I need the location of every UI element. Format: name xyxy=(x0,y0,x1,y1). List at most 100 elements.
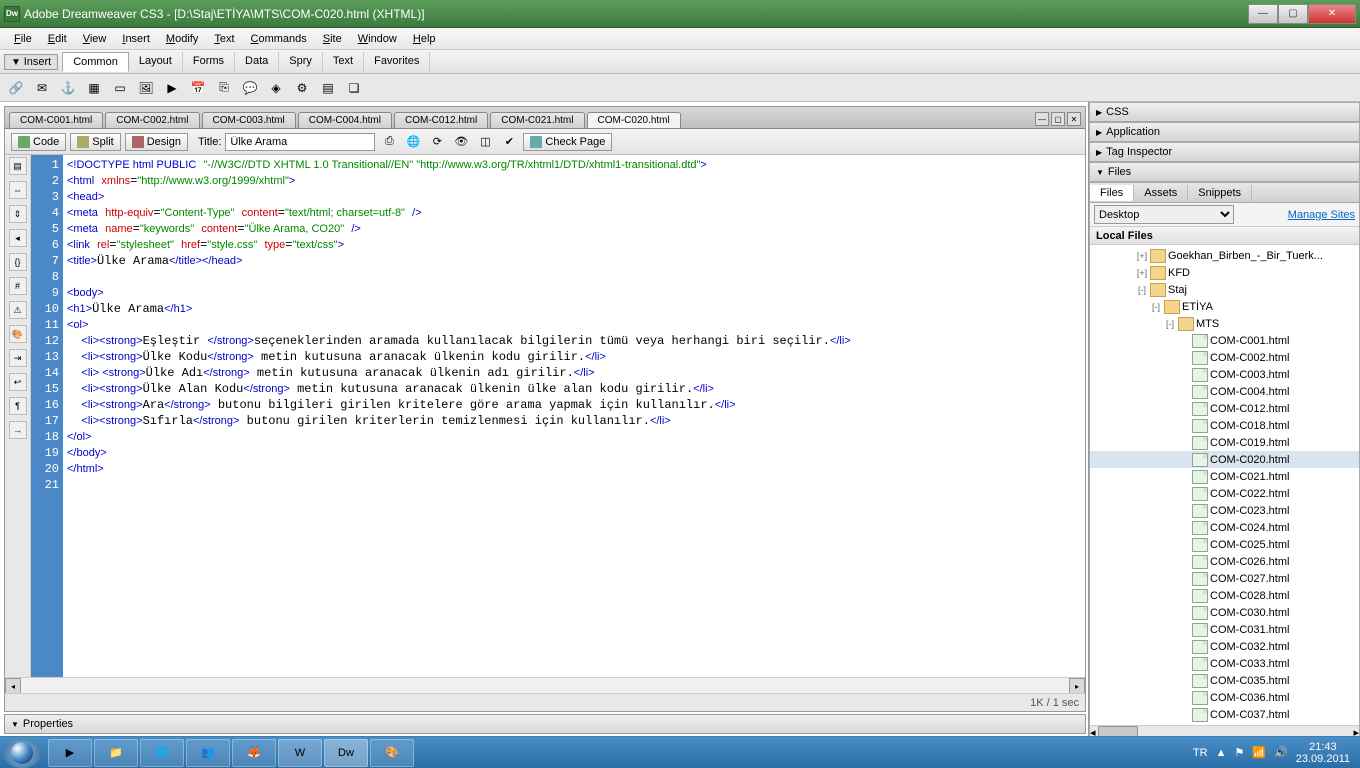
refresh-icon[interactable]: ⟳ xyxy=(427,132,447,152)
panel-tag-inspector[interactable]: ▶Tag Inspector xyxy=(1089,142,1360,162)
menu-edit[interactable]: Edit xyxy=(40,31,75,47)
tray-flag-icon[interactable]: ▲ xyxy=(1216,747,1227,759)
tree-folder[interactable]: [+]Goekhan_Birben_-_Bir_Tuerk... xyxy=(1090,247,1359,264)
panel-css[interactable]: ▶CSS xyxy=(1089,102,1360,122)
tree-file[interactable]: COM-C018.html xyxy=(1090,417,1359,434)
code-view-button[interactable]: Code xyxy=(11,133,66,151)
div-icon[interactable]: ▭ xyxy=(110,78,130,98)
tray-action-center-icon[interactable]: ⚑ xyxy=(1234,746,1244,759)
anchor-icon[interactable]: ⚓ xyxy=(58,78,78,98)
expand-icon[interactable]: ⇕ xyxy=(9,205,27,223)
parent-tag-icon[interactable]: ◂ xyxy=(9,229,27,247)
tray-lang[interactable]: TR xyxy=(1193,747,1208,759)
menu-window[interactable]: Window xyxy=(350,31,405,47)
image-icon[interactable]: 🖼 xyxy=(136,78,156,98)
site-selector[interactable]: Desktop xyxy=(1094,205,1234,224)
maximize-button[interactable]: ▢ xyxy=(1278,4,1308,24)
highlight-invalid-icon[interactable]: ⚠ xyxy=(9,301,27,319)
word-wrap-icon[interactable]: ↩ xyxy=(9,373,27,391)
insert-tab-common[interactable]: Common xyxy=(62,52,129,72)
task-messenger[interactable]: 👥 xyxy=(186,739,230,767)
doc-tab[interactable]: COM-C001.html xyxy=(9,112,103,128)
design-view-button[interactable]: Design xyxy=(125,133,188,151)
tree-file[interactable]: COM-C033.html xyxy=(1090,655,1359,672)
media-icon[interactable]: ▶ xyxy=(162,78,182,98)
title-input[interactable] xyxy=(225,133,375,151)
tree-file[interactable]: COM-C004.html xyxy=(1090,383,1359,400)
task-dreamweaver[interactable]: Dw xyxy=(324,739,368,767)
tray-network-icon[interactable]: 📶 xyxy=(1252,746,1266,759)
tree-file[interactable]: COM-C020.html xyxy=(1090,451,1359,468)
tree-file[interactable]: COM-C021.html xyxy=(1090,468,1359,485)
validate-icon[interactable]: ✔ xyxy=(499,132,519,152)
syntax-coloring-icon[interactable]: 🎨 xyxy=(9,325,27,343)
file-management-icon[interactable]: ⎙ xyxy=(379,132,399,152)
doc-restore-button[interactable]: ▢ xyxy=(1051,112,1065,126)
files-tab-assets[interactable]: Assets xyxy=(1134,185,1188,201)
collapse-icon[interactable]: ⇔ xyxy=(9,181,27,199)
tree-file[interactable]: COM-C024.html xyxy=(1090,519,1359,536)
templates-icon[interactable]: ▤ xyxy=(318,78,338,98)
doc-tab[interactable]: COM-C003.html xyxy=(202,112,296,128)
tag-chooser-icon[interactable]: ❏ xyxy=(344,78,364,98)
panel-application[interactable]: ▶Application xyxy=(1089,122,1360,142)
tree-file[interactable]: COM-C035.html xyxy=(1090,672,1359,689)
comment-icon[interactable]: 💬 xyxy=(240,78,260,98)
tray-volume-icon[interactable]: 🔊 xyxy=(1274,746,1288,759)
task-ie[interactable]: 🌐 xyxy=(140,739,184,767)
tree-file[interactable]: COM-C022.html xyxy=(1090,485,1359,502)
head-icon[interactable]: ◈ xyxy=(266,78,286,98)
tree-file[interactable]: COM-C028.html xyxy=(1090,587,1359,604)
task-media-player[interactable]: ▶ xyxy=(48,739,92,767)
insert-tab-data[interactable]: Data xyxy=(235,52,279,72)
tree-folder[interactable]: [+]KFD xyxy=(1090,264,1359,281)
hidden-chars-icon[interactable]: ¶ xyxy=(9,397,27,415)
start-button[interactable] xyxy=(2,738,42,768)
task-explorer[interactable]: 📁 xyxy=(94,739,138,767)
task-paint[interactable]: 🎨 xyxy=(370,739,414,767)
insert-tab-favorites[interactable]: Favorites xyxy=(364,52,430,72)
code-editor[interactable]: <!DOCTYPE html PUBLIC "-//W3C//DTD XHTML… xyxy=(63,155,1085,677)
tree-folder[interactable]: [-]ETİYA xyxy=(1090,298,1359,315)
split-view-button[interactable]: Split xyxy=(70,133,120,151)
visual-aids-icon[interactable]: ◫ xyxy=(475,132,495,152)
manage-sites-link[interactable]: Manage Sites xyxy=(1288,209,1355,221)
tree-file[interactable]: COM-C023.html xyxy=(1090,502,1359,519)
horizontal-scrollbar[interactable]: ◂ ▸ xyxy=(5,677,1085,693)
server-include-icon[interactable]: ⎘ xyxy=(214,78,234,98)
tree-file[interactable]: COM-C027.html xyxy=(1090,570,1359,587)
insert-tab-forms[interactable]: Forms xyxy=(183,52,235,72)
menu-view[interactable]: View xyxy=(75,31,115,47)
scroll-right-icon[interactable]: ▸ xyxy=(1069,678,1085,694)
date-icon[interactable]: 📅 xyxy=(188,78,208,98)
minimize-button[interactable]: — xyxy=(1248,4,1278,24)
table-icon[interactable]: ▦ xyxy=(84,78,104,98)
menu-commands[interactable]: Commands xyxy=(243,31,315,47)
view-options-icon[interactable]: 👁 xyxy=(451,132,471,152)
scroll-left-icon[interactable]: ◂ xyxy=(5,678,21,694)
doc-tab[interactable]: COM-C012.html xyxy=(394,112,488,128)
menu-help[interactable]: Help xyxy=(405,31,444,47)
doc-tab[interactable]: COM-C021.html xyxy=(490,112,584,128)
properties-panel[interactable]: ▼ Properties xyxy=(4,714,1086,734)
doc-close-button[interactable]: ✕ xyxy=(1067,112,1081,126)
open-documents-icon[interactable]: ▤ xyxy=(9,157,27,175)
tree-file[interactable]: COM-C036.html xyxy=(1090,689,1359,706)
menu-site[interactable]: Site xyxy=(315,31,350,47)
tree-file[interactable]: COM-C032.html xyxy=(1090,638,1359,655)
line-numbers-icon[interactable]: # xyxy=(9,277,27,295)
script-icon[interactable]: ⚙ xyxy=(292,78,312,98)
menu-text[interactable]: Text xyxy=(206,31,242,47)
email-link-icon[interactable]: ✉ xyxy=(32,78,52,98)
task-firefox[interactable]: 🦊 xyxy=(232,739,276,767)
tree-folder[interactable]: [-]MTS xyxy=(1090,315,1359,332)
tree-file[interactable]: COM-C031.html xyxy=(1090,621,1359,638)
tree-file[interactable]: COM-C003.html xyxy=(1090,366,1359,383)
close-button[interactable]: ✕ xyxy=(1308,4,1356,24)
files-tab-files[interactable]: Files xyxy=(1090,185,1134,201)
tree-file[interactable]: COM-C002.html xyxy=(1090,349,1359,366)
insert-tab-spry[interactable]: Spry xyxy=(279,52,323,72)
tree-file[interactable]: COM-C025.html xyxy=(1090,536,1359,553)
tree-file[interactable]: COM-C026.html xyxy=(1090,553,1359,570)
tray-clock[interactable]: 21:43 23.09.2011 xyxy=(1296,741,1350,765)
